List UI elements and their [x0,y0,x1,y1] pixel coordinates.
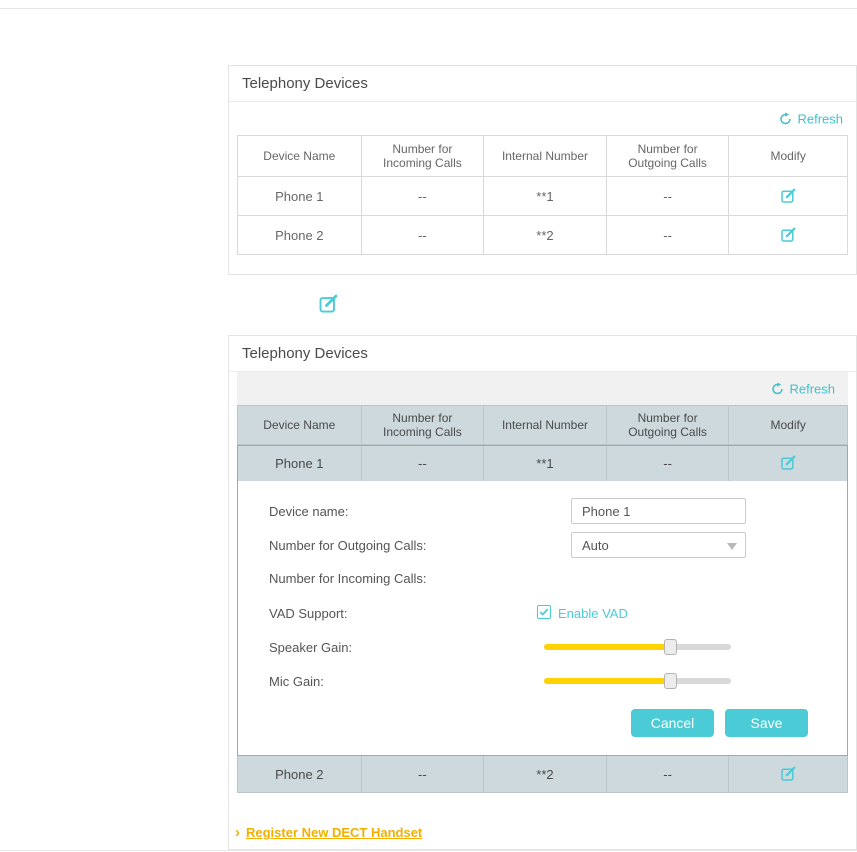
refresh-bar: Refresh [229,102,856,135]
slider-handle[interactable] [664,639,678,655]
speaker-gain-label: Speaker Gain: [269,640,353,655]
chevron-right-icon: › [235,824,240,841]
table-row: Phone 2 -- **2 -- [237,216,848,255]
device-edit-form: Device name: Number for Outgoing Calls: … [237,481,848,756]
table-header-row: Device Name Number for Incoming Calls In… [237,135,848,177]
refresh-label: Refresh [789,381,835,396]
modify-icon[interactable] [780,766,796,782]
table-row: Phone 1 -- **1 -- [237,177,848,216]
devices-table: Device Name Number for Incoming Calls In… [237,135,848,255]
col-header-outgoing: Number for Outgoing Calls [605,136,729,176]
cell-modify [728,216,848,254]
table-row-selected: Phone 1 -- **1 -- [237,445,848,481]
refresh-icon [771,382,784,395]
devices-table-expanded: Refresh Device Name Number for Incoming … [237,372,848,793]
cell-internal: **1 [483,177,606,215]
incoming-calls-label: Number for Incoming Calls: [269,571,427,586]
outgoing-calls-label: Number for Outgoing Calls: [269,538,427,553]
col-header-device-name: Device Name [237,406,361,444]
slider-fill [544,678,672,684]
page-top-divider [0,8,857,9]
cell-device-name: Phone 1 [237,445,361,481]
mic-gain-slider[interactable] [544,673,731,689]
col-header-incoming: Number for Incoming Calls [360,136,484,176]
modify-icon[interactable] [318,294,338,314]
modify-icon[interactable] [780,188,796,204]
panel-title: Telephony Devices [229,336,856,372]
device-name-input[interactable] [571,498,746,524]
device-name-label: Device name: [269,504,349,519]
table-toolbar: Refresh [237,372,848,405]
cell-outgoing: -- [605,177,729,215]
vad-support-label: VAD Support: [269,606,348,621]
cell-device-name: Phone 2 [237,216,361,254]
cell-incoming: -- [360,756,484,792]
cell-internal: **2 [483,216,606,254]
cell-outgoing: -- [605,216,729,254]
cell-modify [728,756,848,792]
telephony-devices-panel: Telephony Devices Refresh Device Name Nu… [228,65,857,275]
slider-track[interactable] [544,644,731,650]
col-header-outgoing: Number for Outgoing Calls [605,406,729,444]
outgoing-calls-select[interactable]: Auto [571,532,746,558]
slider-track[interactable] [544,678,731,684]
speaker-gain-slider[interactable] [544,639,731,655]
mic-gain-label: Mic Gain: [269,674,324,689]
cell-outgoing: -- [605,445,729,481]
enable-vad-checkbox[interactable] [537,605,551,619]
col-header-modify: Modify [728,406,848,444]
col-header-incoming: Number for Incoming Calls [360,406,484,444]
outgoing-calls-value: Auto [582,537,609,553]
page-bottom-divider [0,850,857,851]
cell-modify [728,445,848,481]
refresh-icon [779,112,792,125]
col-header-device-name: Device Name [237,136,361,176]
save-button[interactable]: Save [725,709,808,737]
cell-outgoing: -- [605,756,729,792]
slider-fill [544,644,672,650]
modify-icon[interactable] [780,455,796,471]
col-header-modify: Modify [728,136,848,176]
register-dect-row: › Register New DECT Handset [235,825,856,840]
cell-internal: **2 [483,756,606,792]
table-row: Phone 2 -- **2 -- [237,756,848,793]
modify-icon[interactable] [780,227,796,243]
chevron-down-icon [727,543,737,550]
table-header-row: Device Name Number for Incoming Calls In… [237,405,848,445]
cancel-button[interactable]: Cancel [631,709,714,737]
col-header-internal: Internal Number [483,136,606,176]
cell-internal: **1 [483,445,606,481]
telephony-devices-panel-expanded: Telephony Devices Refresh Device Name Nu… [228,335,857,850]
col-header-internal: Internal Number [483,406,606,444]
enable-vad-label: Enable VAD [558,606,628,621]
cell-modify [728,177,848,215]
refresh-label: Refresh [797,111,843,126]
refresh-button[interactable]: Refresh [771,381,835,396]
panel-title: Telephony Devices [229,66,856,102]
cell-device-name: Phone 2 [237,756,361,792]
slider-handle[interactable] [664,673,678,689]
refresh-button[interactable]: Refresh [779,111,843,126]
cell-incoming: -- [360,445,484,481]
check-icon [539,608,549,616]
cell-incoming: -- [360,216,484,254]
cell-device-name: Phone 1 [237,177,361,215]
cell-incoming: -- [360,177,484,215]
register-dect-link[interactable]: Register New DECT Handset [246,825,422,840]
